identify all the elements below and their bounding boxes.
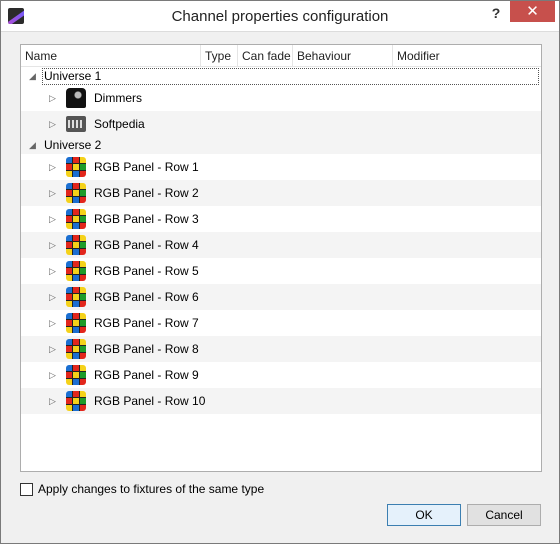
tree-header: Name Type Can fade Behaviour Modifier [21,45,541,67]
channel-tree[interactable]: Name Type Can fade Behaviour Modifier ◢ … [20,44,542,472]
fixture-label: RGB Panel - Row 9 [94,368,199,382]
rgb-cube-icon [66,365,86,385]
expand-arrow-icon[interactable]: ▷ [49,240,56,251]
fixture-label: RGB Panel - Row 3 [94,212,199,226]
fixture-label: RGB Panel - Row 4 [94,238,199,252]
expand-arrow-icon[interactable]: ▷ [49,162,56,173]
apply-same-type-label[interactable]: Apply changes to fixtures of the same ty… [38,482,264,497]
led-panel-icon [66,116,86,132]
apply-same-type-checkbox[interactable] [20,483,33,496]
fixture-label: RGB Panel - Row 2 [94,186,199,200]
fixture-row[interactable]: ▷ RGB Panel - Row 5 [21,258,541,284]
selection-outline [42,68,539,85]
fixture-label: RGB Panel - Row 1 [94,160,199,174]
column-header-behaviour[interactable]: Behaviour [293,45,393,67]
rgb-cube-icon [66,313,86,333]
expand-arrow-icon[interactable]: ▷ [49,370,56,381]
fixture-label: Softpedia [94,117,145,131]
fixture-row[interactable]: ▷ RGB Panel - Row 6 [21,284,541,310]
fixture-label: RGB Panel - Row 8 [94,342,199,356]
window-title: Channel properties configuration [171,8,389,25]
rgb-cube-icon [66,183,86,203]
collapse-arrow-icon[interactable]: ◢ [29,140,36,151]
rgb-cube-icon [66,261,86,281]
rgb-cube-icon [66,391,86,411]
expand-arrow-icon[interactable]: ▷ [49,266,56,277]
universe-label: Universe 2 [44,138,102,152]
fixture-row[interactable]: ▷ RGB Panel - Row 1 [21,154,541,180]
universe-row[interactable]: ◢ Universe 2 [21,137,541,154]
column-header-modifier[interactable]: Modifier [393,45,541,67]
fixture-row[interactable]: ▷ RGB Panel - Row 7 [21,310,541,336]
rgb-cube-icon [66,339,86,359]
column-header-can-fade[interactable]: Can fade [238,45,293,67]
column-header-type[interactable]: Type [201,45,238,67]
fixture-row[interactable]: ▷ RGB Panel - Row 8 [21,336,541,362]
expand-arrow-icon[interactable]: ▷ [49,93,56,104]
fixture-row[interactable]: ▷ RGB Panel - Row 3 [21,206,541,232]
channel-properties-dialog: Channel properties configuration ? ✕ Nam… [0,0,560,544]
help-button[interactable]: ? [483,3,509,25]
ok-button[interactable]: OK [387,504,461,526]
expand-arrow-icon[interactable]: ▷ [49,396,56,407]
fixture-row[interactable]: ▷ RGB Panel - Row 9 [21,362,541,388]
expand-arrow-icon[interactable]: ▷ [49,119,56,130]
close-button[interactable]: ✕ [510,1,555,22]
fixture-row[interactable]: ▷ Softpedia [21,111,541,137]
dimmer-icon [66,88,86,108]
fixture-label: Dimmers [94,91,142,105]
expand-arrow-icon[interactable]: ▷ [49,214,56,225]
fixture-label: RGB Panel - Row 5 [94,264,199,278]
universe-row[interactable]: ◢ Universe 1 [21,68,541,85]
title-bar: Channel properties configuration ? ✕ [1,1,559,32]
fixture-row[interactable]: ▷ RGB Panel - Row 2 [21,180,541,206]
collapse-arrow-icon[interactable]: ◢ [29,71,36,82]
fixture-row[interactable]: ▷ RGB Panel - Row 4 [21,232,541,258]
fixture-label: RGB Panel - Row 7 [94,316,199,330]
expand-arrow-icon[interactable]: ▷ [49,344,56,355]
rgb-cube-icon [66,287,86,307]
expand-arrow-icon[interactable]: ▷ [49,188,56,199]
expand-arrow-icon[interactable]: ▷ [49,292,56,303]
cancel-button[interactable]: Cancel [467,504,541,526]
rgb-cube-icon [66,209,86,229]
expand-arrow-icon[interactable]: ▷ [49,318,56,329]
rgb-cube-icon [66,235,86,255]
column-header-name[interactable]: Name [21,45,201,67]
universe-label: Universe 1 [44,69,102,83]
fixture-label: RGB Panel - Row 6 [94,290,199,304]
fixture-label: RGB Panel - Row 10 [94,394,206,408]
fixture-row[interactable]: ▷ RGB Panel - Row 10 [21,388,541,414]
rgb-cube-icon [66,157,86,177]
fixture-row[interactable]: ▷ Dimmers [21,85,541,111]
